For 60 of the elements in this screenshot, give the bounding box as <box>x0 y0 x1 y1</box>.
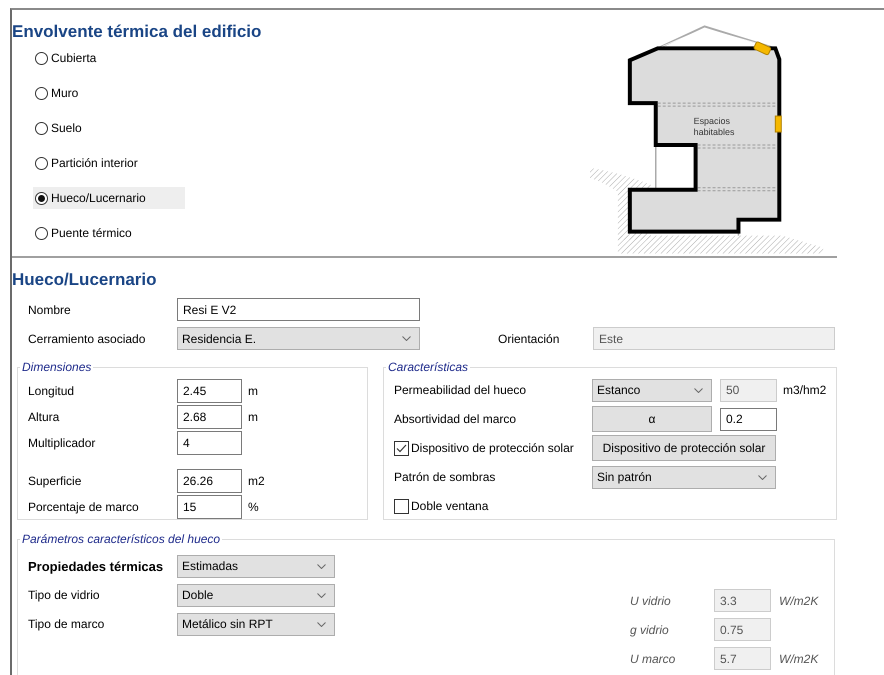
absorptivity-field[interactable]: 0.2 <box>720 408 777 430</box>
group-legend: Dimensiones <box>20 360 94 374</box>
caret-icon <box>317 592 326 598</box>
dropdown[interactable]: Estimadas <box>177 554 335 578</box>
checkmark-icon <box>396 444 407 452</box>
enclosure-dropdown[interactable]: Residencia E. <box>177 327 420 350</box>
unit-label: W/m2K <box>779 594 818 608</box>
diagram-label: Espacios habitables <box>694 116 734 137</box>
field-label: Multiplicador <box>28 436 96 450</box>
unit-label: m3/hm2 <box>783 383 826 397</box>
permeability-dropdown[interactable]: Estanco <box>592 378 712 402</box>
alpha-button[interactable]: α <box>592 406 712 432</box>
unit-label: m <box>248 384 258 398</box>
output-label: U marco <box>630 652 676 666</box>
radio-option[interactable]: Cubierta <box>33 47 185 69</box>
field-label: Permeabilidad del hueco <box>394 383 528 397</box>
unit-label: m2 <box>248 474 265 488</box>
checkbox[interactable]: Doble ventana <box>394 498 592 514</box>
group-legend: Características <box>386 360 470 374</box>
number-field[interactable]: 4 <box>177 430 242 454</box>
caret-icon <box>694 388 703 392</box>
radio-option[interactable]: Muro <box>33 82 185 104</box>
caret-icon <box>758 474 767 480</box>
solar-device-button[interactable]: Dispositivo de protección solar <box>592 435 776 461</box>
caret-icon <box>317 622 326 626</box>
radio-option[interactable]: Hueco/Lucernario <box>33 187 185 209</box>
field-label: Superficie <box>28 474 82 488</box>
radio-option[interactable]: Suelo <box>33 117 185 139</box>
dropdown[interactable]: Metálico sin RPT <box>177 612 335 636</box>
field-label: Altura <box>28 410 60 424</box>
unit-label: W/m2K <box>779 652 818 666</box>
field-label: Tipo de marco <box>28 617 106 631</box>
caret-icon <box>317 564 326 568</box>
checkbox[interactable]: Dispositivo de protección solar <box>394 440 592 456</box>
dropdown[interactable]: Doble <box>177 584 335 606</box>
field-label: Tipo de vidrio <box>28 588 101 602</box>
field-label: Cerramiento asociado <box>28 332 146 346</box>
unit-label: m <box>248 410 258 424</box>
radio-option[interactable]: Partición interior <box>33 152 185 174</box>
shadow-pattern-dropdown[interactable]: Sin patrón <box>592 466 776 488</box>
field-label: Longitud <box>28 384 76 398</box>
radio-option[interactable]: Puente térmico <box>33 222 185 244</box>
number-field[interactable]: 26.26 <box>177 468 242 492</box>
section-title: Envolvente térmica del edificio <box>12 22 262 43</box>
field-label: Absortividad del marco <box>394 412 518 426</box>
field-label: Propiedades térmicas <box>28 558 164 574</box>
number-field[interactable]: 2.68 <box>177 404 242 428</box>
group-legend: Parámetros característicos del hueco <box>20 532 222 546</box>
unit-label: % <box>248 500 259 514</box>
number-field[interactable]: 15 <box>177 494 242 518</box>
field-label: Orientación <box>498 332 560 346</box>
number-field[interactable]: 2.45 <box>177 378 242 402</box>
field-label: Nombre <box>28 302 72 316</box>
field-label: Porcentaje de marco <box>28 500 140 514</box>
caret-icon <box>402 336 411 341</box>
output-label: g vidrio <box>630 622 670 636</box>
output-label: U vidrio <box>630 594 672 608</box>
field-label: Patrón de sombras <box>394 470 496 484</box>
name-field[interactable]: Resi E V2 <box>177 298 420 321</box>
form-title: Hueco/Lucernario <box>12 270 158 291</box>
